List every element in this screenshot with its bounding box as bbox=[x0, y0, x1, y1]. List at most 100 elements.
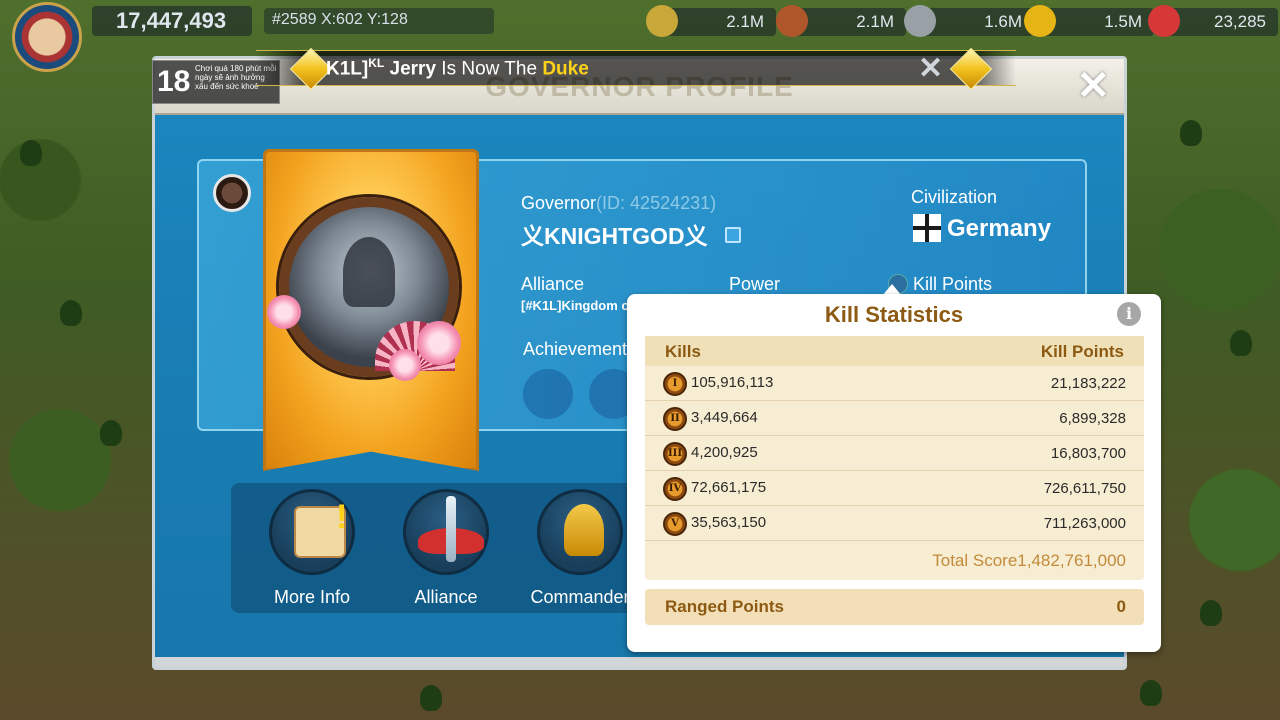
info-icon[interactable]: i bbox=[1117, 302, 1141, 326]
kills-value: 35,563,150 bbox=[691, 514, 767, 531]
gold-icon bbox=[1024, 5, 1056, 37]
blossom-icon bbox=[267, 295, 301, 329]
kill-points-value: 6,899,328 bbox=[1059, 410, 1126, 427]
tree bbox=[100, 420, 122, 446]
achievement-label: Achievement bbox=[523, 339, 628, 359]
civilization-name: Germany bbox=[947, 215, 1052, 242]
coordinates-display[interactable]: #2589 X:602 Y:128 bbox=[264, 8, 494, 34]
alliance-button-label: Alliance bbox=[414, 587, 478, 607]
kills-value: 3,449,664 bbox=[691, 409, 758, 426]
table-row: IV 72,661,175 726,611,750 bbox=[645, 471, 1144, 506]
title-name: Duke bbox=[542, 58, 589, 80]
announcement-marquee: K1L]KL Jerry Is Now The Duke ✕ bbox=[256, 47, 1016, 91]
alliance-button[interactable]: Alliance bbox=[391, 487, 501, 615]
gold-value: 1.5M bbox=[1104, 12, 1142, 31]
commander-button[interactable]: Commander bbox=[525, 487, 635, 615]
announcement-text: K1L]KL Jerry Is Now The Duke bbox=[326, 56, 589, 80]
table-row: V 35,563,150 711,263,000 bbox=[645, 506, 1144, 541]
exclamation-icon: ! bbox=[336, 498, 348, 536]
kill-points-value: 711,263,000 bbox=[1043, 515, 1126, 532]
alliance-label: Alliance bbox=[521, 274, 585, 294]
hooded-knight-icon bbox=[343, 237, 395, 307]
governor-label-text: Governor bbox=[521, 193, 597, 213]
power-label: Power bbox=[729, 274, 781, 294]
popup-title: Kill Statistics bbox=[824, 302, 964, 327]
tree bbox=[1200, 600, 1222, 626]
tier-2-icon: II bbox=[663, 407, 687, 431]
player-name: Jerry bbox=[389, 58, 437, 80]
table-row: I 105,916,113 21,183,222 bbox=[645, 366, 1144, 401]
resource-food[interactable]: 2.1M bbox=[646, 5, 776, 37]
tree bbox=[1230, 330, 1252, 356]
tree bbox=[60, 300, 82, 326]
resource-stone[interactable]: 1.6M bbox=[904, 5, 1034, 37]
food-icon bbox=[646, 5, 678, 37]
player-avatar[interactable] bbox=[12, 2, 82, 72]
kills-value: 105,916,113 bbox=[691, 374, 774, 391]
wood-icon bbox=[776, 5, 808, 37]
more-info-button[interactable]: ! More Info bbox=[257, 487, 367, 615]
civilization-label: Civilization bbox=[911, 187, 998, 207]
helmet-art bbox=[564, 504, 604, 556]
resource-gems[interactable]: 23,285 bbox=[1148, 5, 1278, 37]
marquee-close-button[interactable]: ✕ bbox=[918, 51, 943, 86]
achievement-slot[interactable] bbox=[523, 369, 573, 419]
tier-1-icon: I bbox=[663, 372, 687, 396]
tree bbox=[1180, 120, 1202, 146]
kill-points-label[interactable]: Kill Points bbox=[913, 274, 992, 295]
tier-5-icon: V bbox=[663, 512, 687, 536]
germany-flag-icon bbox=[913, 214, 941, 242]
sword-art bbox=[446, 496, 456, 562]
governor-name: 义KNIGHTGOD义 bbox=[521, 223, 708, 249]
tier-4-icon: IV bbox=[663, 477, 687, 501]
kills-column-header: Kills bbox=[665, 342, 701, 361]
kill-points-value: 16,803,700 bbox=[1050, 445, 1126, 462]
kill-points-value: 726,611,750 bbox=[1043, 480, 1126, 497]
stone-icon bbox=[904, 5, 936, 37]
age-rating: 18 bbox=[157, 65, 191, 98]
kill-table-header: Kills Kill Points bbox=[645, 336, 1144, 366]
kill-statistics-popup: Kill Statistics i Kills Kill Points I 10… bbox=[627, 294, 1161, 652]
kill-points-column-header: Kill Points bbox=[1040, 342, 1124, 361]
alliance-value[interactable]: [#K1L]Kingdom o bbox=[521, 298, 629, 313]
gem-icon bbox=[1148, 5, 1180, 37]
alliance-tag: K1L] bbox=[326, 58, 369, 80]
tier-3-icon: III bbox=[663, 442, 687, 466]
stone-value: 1.6M bbox=[984, 12, 1022, 31]
wood-value: 2.1M bbox=[856, 12, 894, 31]
tree bbox=[20, 140, 42, 166]
power-display[interactable]: 17,447,493 bbox=[92, 6, 252, 36]
governor-id: (ID: 42524231) bbox=[596, 193, 717, 213]
ranged-points-row: Ranged Points 0 bbox=[645, 589, 1144, 625]
resource-bar: 17,447,493 #2589 X:602 Y:128 2.1M 2.1M 1… bbox=[0, 0, 1280, 72]
total-score: Total Score1,482,761,000 bbox=[932, 551, 1126, 570]
gold-diamond-icon bbox=[949, 47, 993, 91]
commander-button-label: Commander bbox=[530, 587, 630, 607]
kills-value: 4,200,925 bbox=[691, 444, 758, 461]
governor-label: Governor(ID: 42524231) bbox=[521, 193, 716, 214]
table-row: III 4,200,925 16,803,700 bbox=[645, 436, 1144, 471]
resource-wood[interactable]: 2.1M bbox=[776, 5, 906, 37]
close-button[interactable]: ✕ bbox=[1076, 63, 1110, 109]
tree bbox=[420, 685, 442, 711]
blossom-icon bbox=[417, 321, 461, 365]
portrait-settings-icon[interactable] bbox=[213, 174, 251, 212]
modal-footer bbox=[155, 657, 1124, 667]
blossom-icon bbox=[389, 349, 421, 381]
kill-points-value: 21,183,222 bbox=[1050, 375, 1126, 392]
food-value: 2.1M bbox=[726, 12, 764, 31]
scroll-icon: ! bbox=[269, 489, 355, 575]
helmet-icon bbox=[537, 489, 623, 575]
kills-value: 72,661,175 bbox=[691, 479, 767, 496]
resource-gold[interactable]: 1.5M bbox=[1024, 5, 1154, 37]
announcement-middle: Is Now The bbox=[436, 58, 543, 80]
ranged-points-value: 0 bbox=[1116, 597, 1126, 616]
tree bbox=[1140, 680, 1162, 706]
kill-table: Kills Kill Points I 105,916,113 21,183,2… bbox=[645, 336, 1144, 580]
table-row: II 3,449,664 6,899,328 bbox=[645, 401, 1144, 436]
gems-value: 23,285 bbox=[1214, 12, 1266, 31]
more-info-label: More Info bbox=[273, 587, 351, 607]
copy-icon[interactable] bbox=[725, 227, 741, 243]
ranged-points-label: Ranged Points bbox=[665, 597, 785, 616]
sword-wings-icon bbox=[403, 489, 489, 575]
